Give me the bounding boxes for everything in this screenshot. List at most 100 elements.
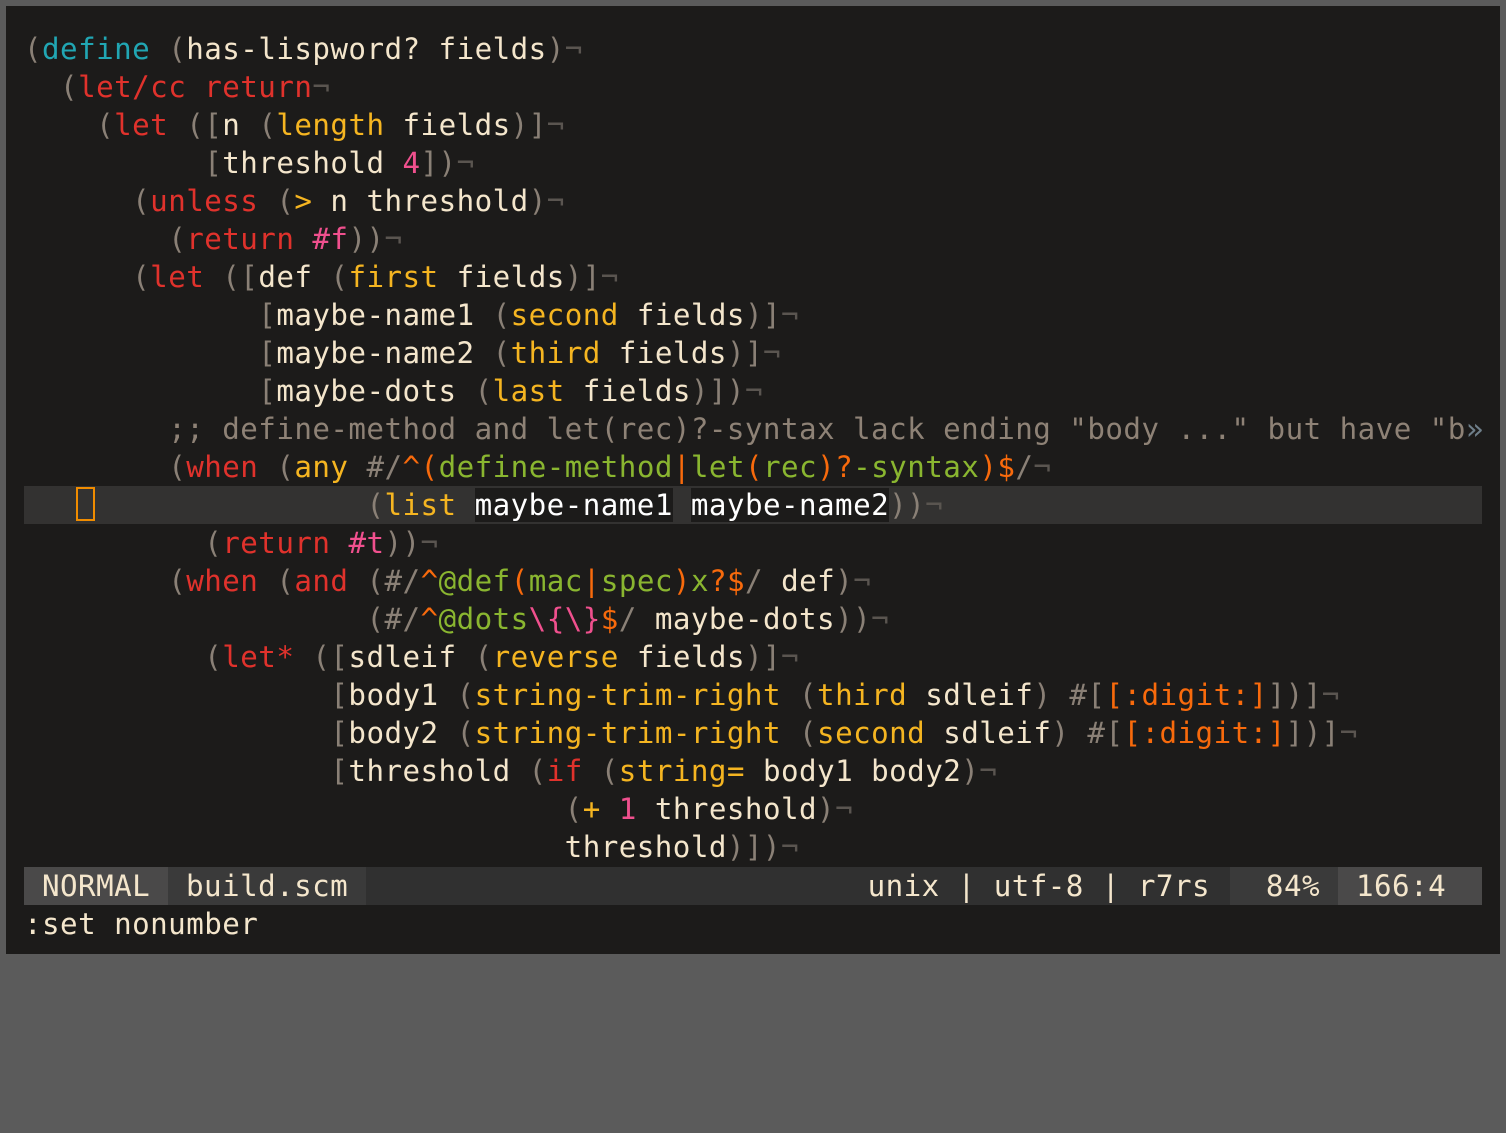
bracket: [ xyxy=(204,146,223,180)
builtin-function: > xyxy=(294,184,313,218)
identifier xyxy=(24,412,168,446)
eol-marker: ¬ xyxy=(744,374,763,408)
bracket: )]) xyxy=(690,374,745,408)
bracket: ( xyxy=(492,336,511,370)
code-line[interactable]: (return #f))¬ xyxy=(24,220,1482,258)
code-line[interactable]: threshold)])¬ xyxy=(24,828,1482,866)
regex-escape: \{\} xyxy=(528,602,601,636)
builtin-function: string-trim-right xyxy=(474,716,781,750)
bracket: ) xyxy=(546,32,565,66)
code-line[interactable]: (when (any #/^(define-method|let(rec)?-s… xyxy=(24,448,1482,486)
bracket: ])] xyxy=(1267,678,1322,712)
identifier xyxy=(601,792,619,826)
bracket: ( xyxy=(366,488,385,522)
bracket: ) xyxy=(1051,716,1070,750)
identifier: def xyxy=(258,260,331,294)
code-line[interactable]: [body2 (string-trim-right (second sdleif… xyxy=(24,714,1482,752)
regex-operator: [:digit:] xyxy=(1105,678,1268,712)
bracket: )] xyxy=(726,336,763,370)
bracket: ( xyxy=(168,222,187,256)
code-line[interactable]: ;; define-method and let(rec)?-syntax la… xyxy=(24,410,1483,448)
regex-operator: $ xyxy=(600,602,619,636)
regex-operator: | xyxy=(582,564,601,598)
eol-marker: ¬ xyxy=(925,488,944,522)
literal: #t xyxy=(348,526,385,560)
builtin-function: third xyxy=(510,336,601,370)
cursor-position: 166:4 xyxy=(1338,867,1482,905)
identifier xyxy=(1069,716,1087,750)
code-line[interactable]: [threshold 4])¬ xyxy=(24,144,1482,182)
bracket: ( xyxy=(204,640,223,674)
identifier xyxy=(781,678,799,712)
regex-operator: ) xyxy=(672,564,691,598)
bracket: ( xyxy=(456,678,475,712)
code-line[interactable]: (let/cc return¬ xyxy=(24,68,1482,106)
code-line[interactable]: [maybe-name1 (second fields)]¬ xyxy=(24,296,1482,334)
code-line[interactable]: (unless (> n threshold)¬ xyxy=(24,182,1482,220)
code-line[interactable]: [maybe-name2 (third fields)]¬ xyxy=(24,334,1482,372)
code-line[interactable]: (define (has-lispword? fields)¬ xyxy=(24,30,1482,68)
regex-operator: ( xyxy=(744,450,764,484)
identifier xyxy=(294,222,312,256)
identifier xyxy=(258,450,276,484)
keyword: when xyxy=(186,564,259,598)
identifier xyxy=(1051,678,1069,712)
literal: 4 xyxy=(402,146,421,180)
code-line[interactable]: [threshold (if (string= body1 body2)¬ xyxy=(24,752,1482,790)
identifier xyxy=(24,374,258,408)
identifier xyxy=(24,716,330,750)
identifier xyxy=(583,754,601,788)
bracket: ) xyxy=(528,184,547,218)
command-line[interactable]: :set nonumber xyxy=(24,905,258,943)
identifier xyxy=(330,526,348,560)
keyword: return xyxy=(222,526,331,560)
builtin-function: reverse xyxy=(492,640,619,674)
eol-marker: ¬ xyxy=(456,146,475,180)
regex: x xyxy=(690,564,709,598)
code-line[interactable]: (let* ([sdleif (reverse fields)]¬ xyxy=(24,638,1482,676)
regex-operator: ( xyxy=(510,564,529,598)
code-line[interactable]: (+ 1 threshold)¬ xyxy=(24,790,1482,828)
identifier: body2 xyxy=(348,716,457,750)
bracket: ( xyxy=(600,754,619,788)
code-line[interactable]: (when (and (#/^@def(mac|spec)x?$/ def)¬ xyxy=(24,562,1482,600)
identifier: fields xyxy=(384,108,511,142)
code-line[interactable]: (#/^@dots\{\}$/ maybe-dots))¬ xyxy=(24,600,1482,638)
builtin-function: last xyxy=(492,374,565,408)
code-line[interactable]: (return #t))¬ xyxy=(24,524,1482,562)
terminal-window: (define (has-lispword? fields)¬ (let/cc … xyxy=(6,6,1500,954)
identifier xyxy=(24,336,258,370)
bracket: ( xyxy=(799,716,818,750)
search-highlight: maybe-name2 xyxy=(690,488,890,522)
bracket: #/ xyxy=(366,450,403,484)
eol-marker: ¬ xyxy=(979,754,998,788)
text-cursor xyxy=(76,487,95,521)
identifier: fields xyxy=(618,640,745,674)
code-line[interactable]: [body1 (string-trim-right (third sdleif)… xyxy=(24,676,1482,714)
bracket: / xyxy=(745,564,764,598)
eol-marker: ¬ xyxy=(780,830,799,864)
keyword: if xyxy=(546,754,583,788)
regex-operator: ^ xyxy=(420,602,439,636)
bracket: ( xyxy=(132,260,151,294)
eol-marker: ¬ xyxy=(564,32,583,66)
identifier: threshold xyxy=(24,830,727,864)
editor-buffer[interactable]: (define (has-lispword? fields)¬ (let/cc … xyxy=(24,30,1483,866)
regex-operator: ^ xyxy=(420,564,439,598)
bracket: ( xyxy=(276,184,295,218)
code-line[interactable]: (let ([def (first fields)]¬ xyxy=(24,258,1482,296)
code-line[interactable]: (let ([n (length fields)]¬ xyxy=(24,106,1482,144)
bracket: )] xyxy=(744,640,782,674)
eol-marker: ¬ xyxy=(835,792,854,826)
builtin-function: length xyxy=(276,108,385,142)
bracket: ( xyxy=(474,374,493,408)
identifier: fields xyxy=(564,374,691,408)
comment: ;; define-method and let(rec)?-syntax la… xyxy=(168,412,1466,446)
identifier: maybe-dots xyxy=(636,602,836,636)
mode-indicator: NORMAL xyxy=(24,867,168,905)
code-line-current[interactable]: (list maybe-name1 maybe-name2))¬ xyxy=(24,486,1482,524)
code-line[interactable]: [maybe-dots (last fields)])¬ xyxy=(24,372,1482,410)
bracket: [ xyxy=(330,716,349,750)
bracket: ])] xyxy=(1285,716,1340,750)
bracket: #[ xyxy=(1069,678,1106,712)
